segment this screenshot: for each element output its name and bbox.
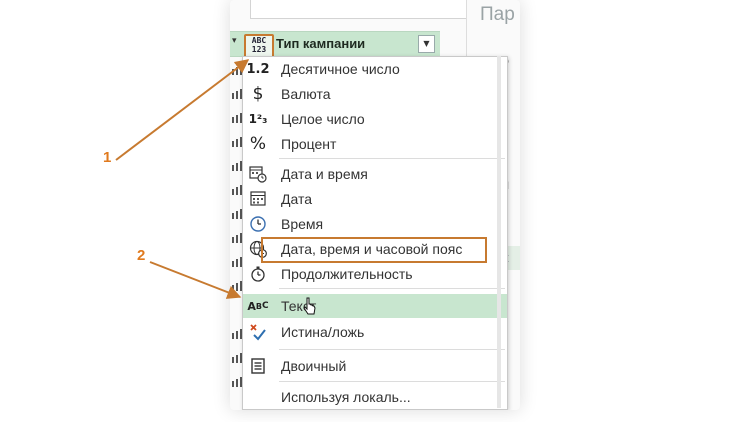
filter-dropdown-button[interactable]: ▼ [418, 35, 435, 53]
callout-arrow-2 [149, 261, 242, 299]
abc-text-icon: ABC [247, 299, 269, 313]
menu-item-label: Используя локаль... [281, 389, 411, 405]
menu-separator [279, 349, 505, 350]
menu-item-label: Дата [281, 191, 313, 207]
menu-item-label: Дата и время [281, 166, 368, 182]
date-icon [246, 188, 270, 210]
menu-item-binary[interactable]: Двоичный [243, 354, 507, 378]
mouse-cursor-icon [303, 297, 316, 315]
menu-item-label: Истина/ложь [281, 324, 365, 340]
menu-item-duration[interactable]: Продолжительность [243, 262, 507, 286]
menu-item-currency[interactable]: $ Валюта [243, 82, 507, 106]
right-pane-title: Пар [480, 4, 515, 25]
chevron-down-icon[interactable]: ▾ [232, 36, 237, 46]
menu-separator [279, 381, 505, 382]
menu-item-label: Валюта [281, 86, 331, 102]
menu-item-label: Двоичный [281, 358, 347, 374]
stopwatch-icon [246, 263, 270, 285]
menu-item-label: Целое число [281, 111, 365, 127]
menu-item-true-false[interactable]: Истина/ложь [243, 320, 507, 344]
menu-item-percent[interactable]: % Процент [243, 132, 507, 156]
globe-clock-icon [246, 238, 270, 260]
menu-item-label: Время [281, 216, 324, 232]
callout-arrow-1 [115, 59, 250, 161]
clock-icon [246, 213, 270, 235]
menu-item-date[interactable]: Дата [243, 187, 507, 211]
menu-item-using-locale[interactable]: Используя локаль... [243, 385, 507, 409]
top-field[interactable] [250, 0, 467, 19]
menu-item-label: Продолжительность [281, 266, 413, 282]
column-title: Тип кампании [276, 36, 366, 51]
callout-number-2: 2 [137, 247, 146, 264]
menu-item-time[interactable]: Время [243, 212, 507, 236]
menu-item-text[interactable]: ABC Текст [243, 294, 507, 318]
menu-item-label: Дата, время и часовой пояс [281, 241, 463, 257]
column-header[interactable]: ▾ ABC 123 Тип кампании ▼ [230, 31, 440, 58]
binary-document-icon [246, 355, 270, 377]
data-type-menu: 1.2 Десятичное число $ Валюта 1²₃ Целое … [242, 56, 508, 410]
abc-123-icon: ABC 123 [251, 36, 267, 54]
callout-number-1: 1 [103, 149, 112, 166]
chevron-down-icon: ▼ [423, 39, 430, 48]
menu-item-label: Процент [281, 136, 337, 152]
true-false-icon [246, 321, 270, 343]
percent-icon: % [249, 134, 267, 154]
menu-separator [279, 158, 505, 159]
query-editor-panel: Пар во ия нд е ри к ▾ ABC123 Тип кампани… [230, 0, 520, 410]
menu-item-datetime[interactable]: Дата и время [243, 162, 507, 186]
menu-item-whole-number[interactable]: 1²₃ Целое число [243, 107, 507, 131]
datetime-icon [246, 163, 270, 185]
decimal-icon: 1.2 [246, 61, 270, 77]
currency-icon: $ [252, 84, 264, 104]
menu-item-datetime-timezone[interactable]: Дата, время и часовой пояс [243, 237, 507, 261]
menu-item-label: Десятичное число [281, 61, 400, 77]
whole-number-icon: 1²₃ [248, 112, 268, 126]
column-type-button[interactable]: ABC 123 [244, 34, 274, 58]
menu-scrollbar[interactable] [497, 56, 501, 408]
menu-separator [279, 288, 505, 289]
menu-item-decimal[interactable]: 1.2 Десятичное число [243, 57, 507, 81]
